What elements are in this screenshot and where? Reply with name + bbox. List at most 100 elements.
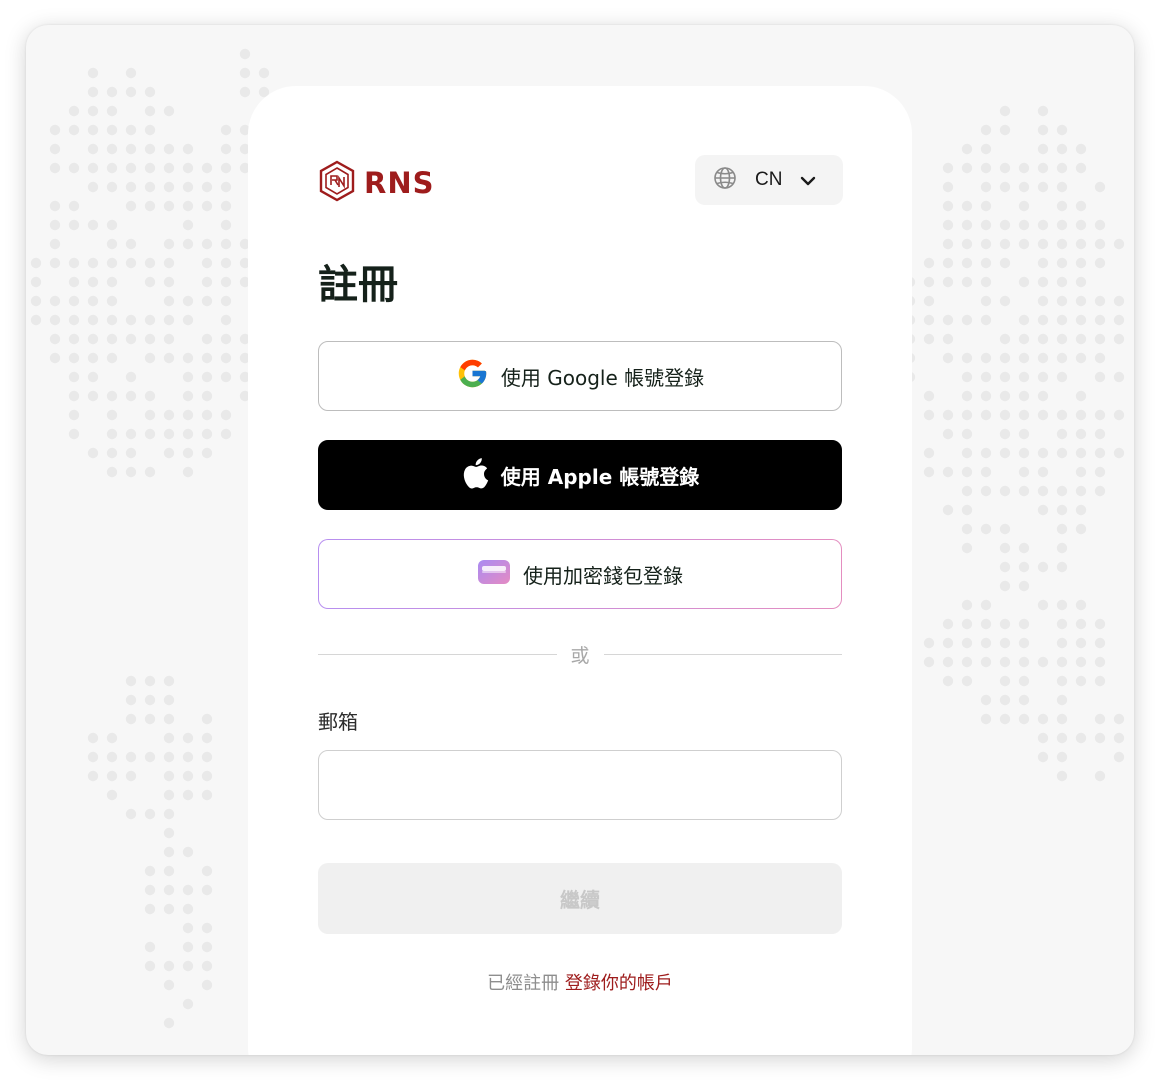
- map-dot: [220, 371, 232, 383]
- map-dot: [999, 580, 1011, 592]
- map-dot: [87, 105, 99, 117]
- map-dot: [239, 48, 251, 60]
- map-dot: [1075, 637, 1087, 649]
- map-dot: [1037, 732, 1049, 744]
- map-dot: [68, 352, 80, 364]
- map-dot: [163, 162, 175, 174]
- map-dot: [961, 599, 973, 611]
- map-dot: [980, 409, 992, 421]
- map-dot: [942, 181, 954, 193]
- map-dot: [106, 181, 118, 193]
- map-dot: [961, 523, 973, 535]
- map-dot: [201, 333, 213, 345]
- map-dot: [49, 314, 61, 326]
- google-login-button[interactable]: 使用 Google 帳號登錄: [318, 341, 842, 411]
- map-dot: [201, 789, 213, 801]
- map-dot: [182, 884, 194, 896]
- divider-line-right: [603, 653, 843, 655]
- divider-text: 或: [570, 644, 590, 667]
- map-dot: [1018, 314, 1030, 326]
- map-dot: [49, 162, 61, 174]
- map-dot: [1018, 713, 1030, 725]
- map-dot: [68, 200, 80, 212]
- map-dot: [201, 960, 213, 972]
- map-dot: [980, 371, 992, 383]
- map-dot: [923, 257, 935, 269]
- map-dot: [201, 390, 213, 402]
- google-icon: [456, 357, 489, 395]
- map-dot: [1056, 352, 1068, 364]
- email-input[interactable]: [318, 750, 842, 820]
- map-dot: [163, 979, 175, 991]
- map-dot: [125, 770, 137, 782]
- map-dot: [163, 789, 175, 801]
- map-dot: [106, 333, 118, 345]
- login-link[interactable]: 登錄你的帳戶: [565, 973, 673, 994]
- map-dot: [106, 86, 118, 98]
- map-dot: [144, 143, 156, 155]
- map-dot: [182, 789, 194, 801]
- map-dot: [1056, 485, 1068, 497]
- map-dot: [258, 67, 270, 79]
- map-dot: [1056, 124, 1068, 136]
- map-dot: [980, 181, 992, 193]
- map-dot: [942, 352, 954, 364]
- map-dot: [961, 219, 973, 231]
- map-dot: [87, 371, 99, 383]
- map-dot: [87, 257, 99, 269]
- language-selector[interactable]: CN: [695, 155, 843, 205]
- map-dot: [980, 314, 992, 326]
- map-dot: [144, 941, 156, 953]
- map-dot: [106, 732, 118, 744]
- map-dot: [182, 466, 194, 478]
- map-dot: [999, 561, 1011, 573]
- map-dot: [144, 694, 156, 706]
- map-dot: [999, 105, 1011, 117]
- map-dot: [1075, 390, 1087, 402]
- wallet-login-button[interactable]: 使用加密錢包登錄: [318, 539, 842, 609]
- map-dot: [30, 314, 42, 326]
- map-dot: [999, 238, 1011, 250]
- map-dot: [1075, 352, 1087, 364]
- map-dot: [163, 295, 175, 307]
- map-dot: [144, 428, 156, 440]
- map-dot: [1037, 238, 1049, 250]
- map-dot: [1037, 276, 1049, 288]
- signup-card: RNS CN 註冊 使用 Google 帳號登錄 使用 Apple 帳號登錄 使…: [248, 86, 912, 1055]
- map-dot: [201, 770, 213, 782]
- map-dot: [1075, 428, 1087, 440]
- map-dot: [1113, 713, 1125, 725]
- map-dot: [106, 105, 118, 117]
- map-dot: [1018, 333, 1030, 345]
- brand-name: RNS: [364, 166, 435, 200]
- map-dot: [980, 162, 992, 174]
- map-dot: [125, 751, 137, 763]
- map-dot: [182, 200, 194, 212]
- continue-button[interactable]: 繼續: [318, 863, 842, 934]
- map-dot: [87, 751, 99, 763]
- map-dot: [163, 238, 175, 250]
- map-dot: [49, 143, 61, 155]
- map-dot: [1018, 352, 1030, 364]
- map-dot: [144, 162, 156, 174]
- apple-login-button[interactable]: 使用 Apple 帳號登錄: [318, 440, 842, 510]
- map-dot: [923, 390, 935, 402]
- map-dot: [1037, 143, 1049, 155]
- map-dot: [980, 238, 992, 250]
- map-dot: [125, 713, 137, 725]
- map-dot: [961, 390, 973, 402]
- map-dot: [87, 770, 99, 782]
- map-dot: [1094, 181, 1106, 193]
- map-dot: [163, 333, 175, 345]
- map-dot: [980, 466, 992, 478]
- brand-logo[interactable]: RNS: [318, 160, 435, 206]
- map-dot: [87, 390, 99, 402]
- map-dot: [1037, 504, 1049, 516]
- map-dot: [1056, 295, 1068, 307]
- map-dot: [1056, 219, 1068, 231]
- map-dot: [182, 941, 194, 953]
- map-dot: [87, 276, 99, 288]
- map-dot: [999, 637, 1011, 649]
- map-dot: [220, 257, 232, 269]
- map-dot: [1037, 561, 1049, 573]
